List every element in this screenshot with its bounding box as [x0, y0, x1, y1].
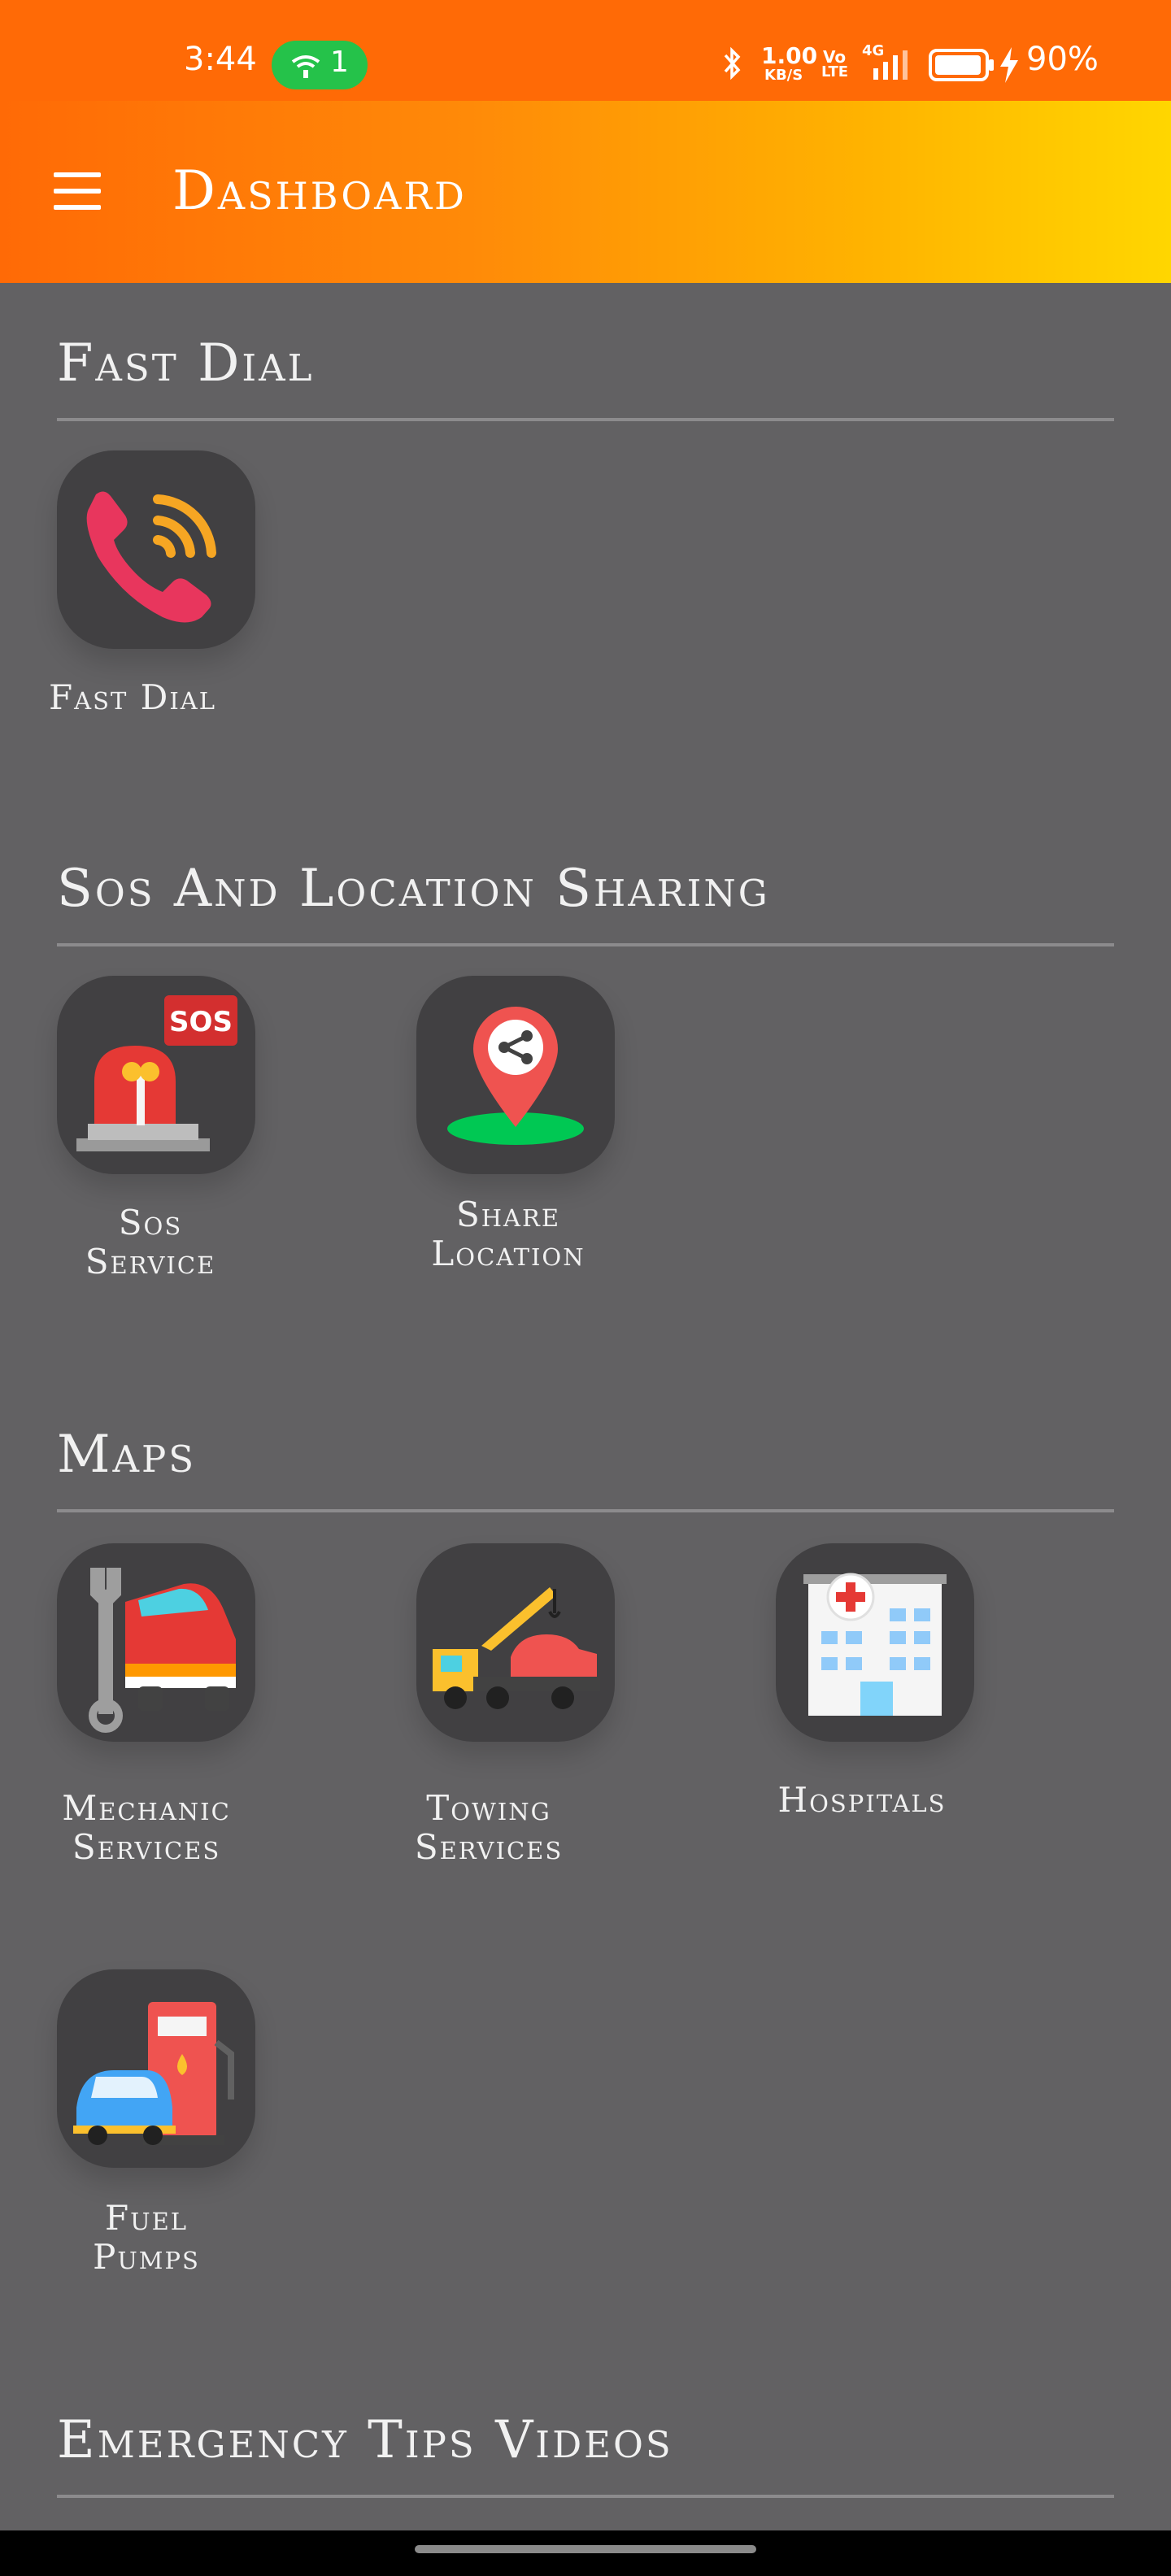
section-divider [57, 943, 1114, 946]
hospitals-label[interactable]: Hospitals [748, 1781, 976, 1820]
status-time: 3:44 [184, 41, 257, 78]
section-title-sos-location: Sos And Location Sharing [57, 859, 770, 919]
home-gesture-handle[interactable] [415, 2545, 756, 2553]
svg-text:SOS: SOS [169, 1006, 233, 1038]
share-location-pin-icon [447, 1007, 584, 1145]
section-title-fast-dial: Fast Dial [57, 333, 315, 394]
fast-dial-label[interactable]: Fast Dial [49, 678, 273, 717]
towing-services-label[interactable]: Towing Services [379, 1789, 599, 1867]
mechanic-services-label[interactable]: Mechanic Services [33, 1789, 260, 1867]
section-divider [57, 2495, 1114, 2498]
page-title: Dashboard [172, 159, 467, 222]
hotspot-pill[interactable] [272, 41, 368, 89]
share-location-tile[interactable] [416, 976, 615, 1174]
fuel-pumps-label[interactable]: Fuel Pumps [33, 2199, 260, 2277]
mechanic-car-wrench-icon [89, 1568, 236, 1733]
net-speed-value: 1.00 [761, 42, 818, 69]
hospital-building-icon [803, 1573, 947, 1716]
fast-dial-tile[interactable] [57, 450, 255, 649]
towing-services-tile[interactable] [416, 1543, 615, 1742]
battery-icon [929, 49, 994, 81]
sos-service-label[interactable]: Sos Service [41, 1203, 260, 1281]
section-title-maps: Maps [57, 1425, 197, 1485]
fuel-pumps-tile[interactable] [57, 1969, 255, 2168]
mechanic-services-tile[interactable] [57, 1543, 255, 1742]
app-bar: Dashboard [0, 101, 1171, 283]
sos-service-tile[interactable]: SOS [57, 976, 255, 1174]
hotspot-count: 1 [330, 46, 349, 79]
hospitals-tile[interactable] [776, 1543, 974, 1742]
section-divider [57, 1509, 1114, 1512]
share-location-label[interactable]: Share Location [398, 1195, 618, 1273]
phone-signal-icon [86, 491, 216, 623]
volte-bottom: LTE [821, 63, 849, 80]
siren-sos-icon: SOS [76, 995, 237, 1151]
hotspot-icon [291, 55, 320, 78]
bluetooth-icon [724, 46, 741, 80]
menu-icon[interactable] [49, 172, 106, 215]
signal-icon [873, 50, 908, 80]
status-bar: 3:44 1 1.00 KB/S Vo LTE 4G 90% [0, 0, 1171, 101]
tow-truck-icon [433, 1587, 600, 1709]
battery-percent: 90% [1026, 41, 1099, 78]
fuel-pump-car-icon [73, 2002, 234, 2145]
charging-icon [1000, 47, 1018, 83]
net-speed-unit: KB/S [764, 67, 803, 84]
section-title-emergency-videos: Emergency Tips Videos [57, 2410, 673, 2470]
system-nav-bar [0, 2530, 1171, 2576]
section-divider [57, 418, 1114, 421]
